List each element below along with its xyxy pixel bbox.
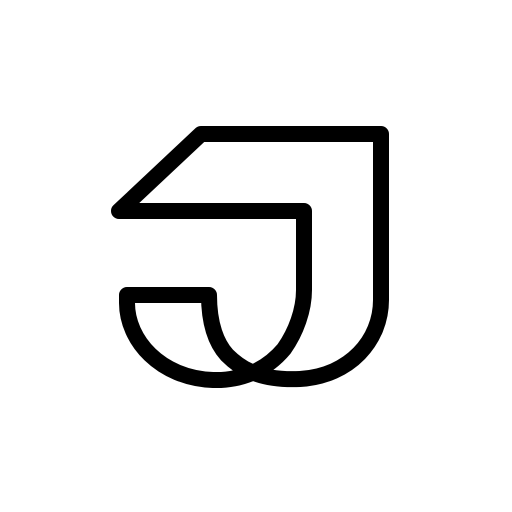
monoline-j-logo-icon — [111, 126, 389, 389]
logo-outer-stroke — [111, 126, 389, 389]
logo-canvas — [0, 0, 512, 512]
